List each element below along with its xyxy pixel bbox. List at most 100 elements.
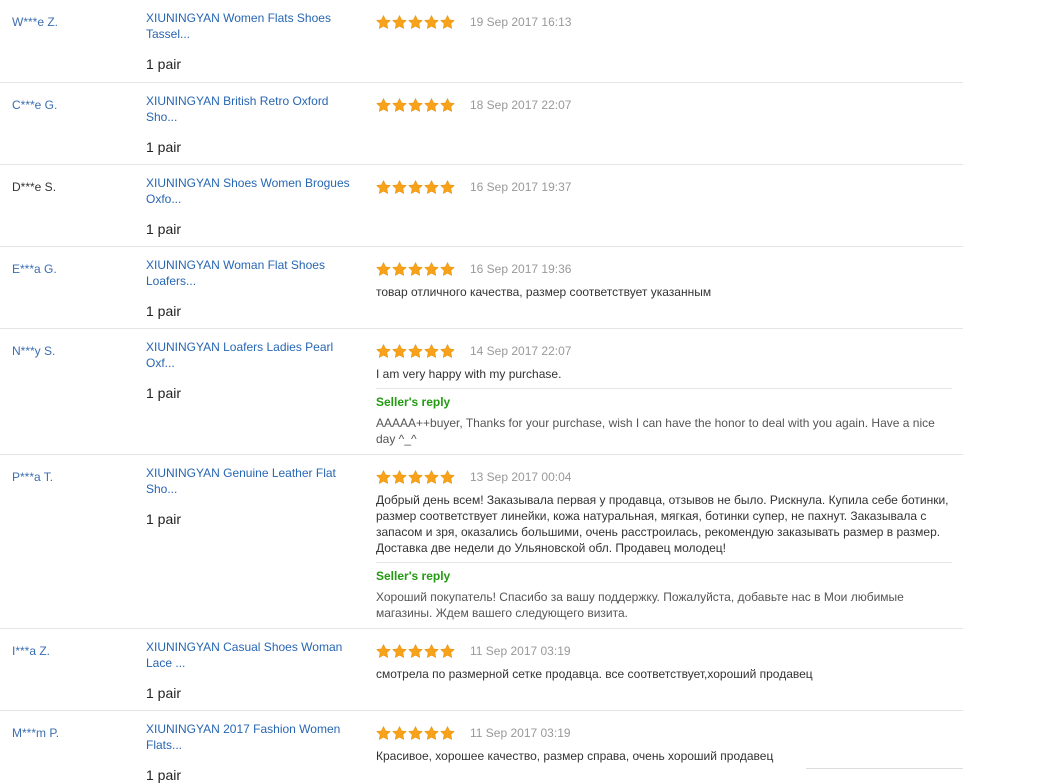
star-icon [376,262,391,276]
quantity: 1 pair [146,221,182,237]
star-icon [424,344,439,358]
star-rating [376,726,455,740]
product-link[interactable]: XIUNINGYAN Casual Shoes Woman Lace ... [146,639,361,671]
feedback-row: N***y S. XIUNINGYAN Loafers Ladies Pearl… [0,329,963,455]
product-link[interactable]: XIUNINGYAN Genuine Leather Flat Sho... [146,465,361,497]
feedback-row: C***e G. XIUNINGYAN British Retro Oxford… [0,83,963,165]
star-icon [408,262,423,276]
star-icon [376,726,391,740]
product-cell: XIUNINGYAN Woman Flat Shoes Loafers... 1… [146,257,361,319]
feedback-text: I am very happy with my purchase. [376,367,562,381]
quantity: 1 pair [146,685,182,701]
star-icon [440,180,455,194]
feedback-text: Красивое, хорошее качество, размер справ… [376,749,774,763]
star-icon [392,180,407,194]
feedback-text: смотрела по размерной сетке продавца. вс… [376,667,813,681]
buyer-name[interactable]: I***a Z. [12,644,50,658]
feedback-row: I***a Z. XIUNINGYAN Casual Shoes Woman L… [0,629,963,711]
star-icon [392,15,407,29]
star-icon [424,98,439,112]
star-icon [424,15,439,29]
star-rating [376,180,455,194]
star-icon [392,644,407,658]
star-rating [376,644,455,658]
review-date: 14 Sep 2017 22:07 [470,344,572,358]
review-date: 19 Sep 2017 16:13 [470,15,572,29]
seller-reply-text: Хороший покупатель! Спасибо за вашу подд… [376,590,904,620]
review-date: 11 Sep 2017 03:19 [470,726,571,740]
feedback-row: P***a T. XIUNINGYAN Genuine Leather Flat… [0,455,963,629]
buyer-name: D***e S. [12,180,57,194]
review-cell: 14 Sep 2017 22:07 I am very happy with m… [376,342,952,447]
product-cell: XIUNINGYAN Loafers Ladies Pearl Oxf... 1… [146,339,361,401]
star-icon [376,344,391,358]
review-cell: 13 Sep 2017 00:04 Добрый день всем! Зака… [376,468,952,621]
product-link[interactable]: XIUNINGYAN British Retro Oxford Sho... [146,93,361,125]
seller-reply: Seller's reply AAAAA++buyer, Thanks for … [376,388,952,447]
buyer-name[interactable]: M***m P. [12,726,59,740]
review-date: 13 Sep 2017 00:04 [470,470,572,484]
star-icon [424,180,439,194]
buyer-name[interactable]: C***e G. [12,98,57,112]
feedback-row: M***m P. XIUNINGYAN 2017 Fashion Women F… [0,711,963,783]
star-icon [440,644,455,658]
feedback-text: товар отличного качества, размер соответ… [376,285,712,299]
feedback-list: W***e Z. XIUNINGYAN Women Flats Shoes Ta… [0,0,963,783]
product-link[interactable]: XIUNINGYAN Woman Flat Shoes Loafers... [146,257,361,289]
product-cell: XIUNINGYAN British Retro Oxford Sho... 1… [146,93,361,155]
seller-reply-text: AAAAA++buyer, Thanks for your purchase, … [376,416,935,446]
product-link[interactable]: XIUNINGYAN Loafers Ladies Pearl Oxf... [146,339,361,371]
review-date: 18 Sep 2017 22:07 [470,98,572,112]
review-date: 16 Sep 2017 19:37 [470,180,572,194]
star-icon [424,262,439,276]
buyer-name[interactable]: E***a G. [12,262,57,276]
feedback-row: W***e Z. XIUNINGYAN Women Flats Shoes Ta… [0,0,963,83]
feedback-row: D***e S. XIUNINGYAN Shoes Women Brogues … [0,165,963,247]
review-cell: 19 Sep 2017 16:13 [376,13,952,31]
review-date: 16 Sep 2017 19:36 [470,262,572,276]
star-icon [376,644,391,658]
product-cell: XIUNINGYAN Casual Shoes Woman Lace ... 1… [146,639,361,701]
star-icon [440,262,455,276]
quantity: 1 pair [146,385,182,401]
quantity: 1 pair [146,511,182,527]
star-icon [424,726,439,740]
star-icon [408,470,423,484]
buyer-name[interactable]: N***y S. [12,344,55,358]
star-icon [408,98,423,112]
star-icon [392,98,407,112]
star-rating [376,98,455,112]
star-icon [392,262,407,276]
star-rating [376,15,455,29]
divider [806,768,963,769]
star-icon [440,344,455,358]
product-cell: XIUNINGYAN Genuine Leather Flat Sho... 1… [146,465,361,527]
buyer-name[interactable]: P***a T. [12,470,53,484]
quantity: 1 pair [146,56,182,72]
buyer-name[interactable]: W***e Z. [12,15,58,29]
star-icon [392,726,407,740]
star-icon [408,344,423,358]
star-rating [376,344,455,358]
seller-reply-title: Seller's reply [376,569,451,583]
seller-reply: Seller's reply Хороший покупатель! Спаси… [376,562,952,621]
review-cell: 11 Sep 2017 03:19 смотрела по размерной … [376,642,952,682]
star-icon [440,98,455,112]
feedback-text: Добрый день всем! Заказывала первая у пр… [376,493,949,555]
product-link[interactable]: XIUNINGYAN Shoes Women Brogues Oxfo... [146,175,361,207]
star-icon [376,98,391,112]
star-icon [408,15,423,29]
review-date: 11 Sep 2017 03:19 [470,644,571,658]
star-icon [424,644,439,658]
quantity: 1 pair [146,139,182,155]
star-icon [440,726,455,740]
star-icon [408,644,423,658]
product-link[interactable]: XIUNINGYAN Women Flats Shoes Tassel... [146,10,361,42]
feedback-row: E***a G. XIUNINGYAN Woman Flat Shoes Loa… [0,247,963,329]
star-icon [408,726,423,740]
star-icon [376,180,391,194]
review-cell: 16 Sep 2017 19:37 [376,178,952,196]
product-cell: XIUNINGYAN Shoes Women Brogues Oxfo... 1… [146,175,361,237]
product-link[interactable]: XIUNINGYAN 2017 Fashion Women Flats... [146,721,361,753]
quantity: 1 pair [146,767,182,783]
